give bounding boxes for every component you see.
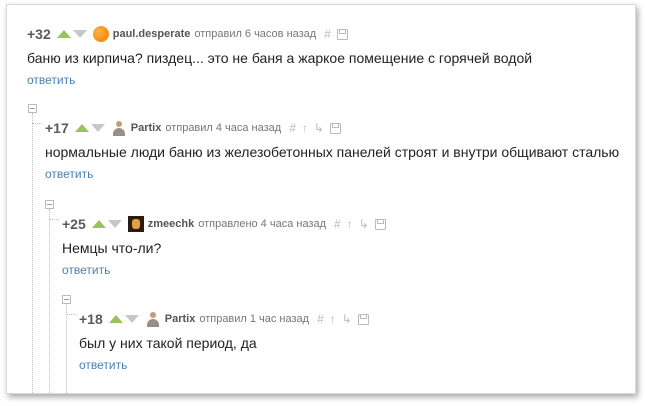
comment-time[interactable]: 1 час назад [250, 313, 309, 325]
comment: +17 Partix отправил 4 часа назад # ↑ ↳ н… [45, 119, 619, 183]
comment-action: отправил [165, 122, 213, 134]
comment-text: нормальные люди баню из железобетонных п… [45, 144, 620, 160]
comment-text: был у них такой период, да [79, 335, 257, 351]
comment-action: отправлено [198, 218, 258, 230]
collapse-toggle[interactable] [62, 295, 71, 304]
reply-link[interactable]: ответить [62, 263, 110, 277]
downvote-arrow-icon[interactable] [90, 124, 105, 132]
comments-panel: +32 paul.desperate отправил 6 часов наза… [6, 4, 636, 394]
save-icon[interactable] [329, 122, 341, 134]
comment-rating: +18 [79, 311, 103, 327]
collapse-toggle[interactable] [45, 200, 54, 209]
thread-line [32, 123, 42, 124]
avatar[interactable] [127, 216, 144, 232]
upvote-arrow-icon[interactable] [74, 124, 89, 132]
comment-time[interactable]: 4 часа назад [261, 218, 326, 230]
branch-icon[interactable]: ↳ [342, 313, 352, 325]
save-icon[interactable] [336, 28, 348, 40]
parent-arrow-icon[interactable]: ↑ [330, 313, 336, 325]
author-link[interactable]: zmeechk [148, 218, 194, 230]
comment-rating: +25 [62, 216, 86, 232]
author-link[interactable]: Partix [131, 122, 162, 134]
branch-icon[interactable]: ↳ [314, 122, 324, 134]
comment-rating: +17 [45, 120, 69, 136]
reply-link[interactable]: ответить [45, 167, 93, 181]
comment-rating: +32 [27, 26, 51, 42]
branch-icon[interactable]: ↳ [359, 218, 369, 230]
comment-header: +17 Partix отправил 4 часа назад # ↑ ↳ [45, 119, 619, 137]
comment: +25 zmeechk отправлено 4 часа назад # ↑ … [62, 215, 386, 279]
hash-icon[interactable]: # [289, 122, 296, 134]
comment-text: Немцы что-ли? [62, 240, 162, 256]
thread-line [66, 314, 76, 315]
thread-line [49, 219, 59, 220]
comment-header: +25 zmeechk отправлено 4 часа назад # ↑ … [62, 215, 386, 233]
reply-link[interactable]: ответить [79, 358, 127, 372]
comment-header: +32 paul.desperate отправил 6 часов наза… [27, 25, 532, 43]
avatar[interactable] [145, 311, 161, 327]
comment: +32 paul.desperate отправил 6 часов наза… [27, 25, 532, 89]
parent-arrow-icon[interactable]: ↑ [347, 218, 353, 230]
hash-icon[interactable]: # [334, 218, 341, 230]
comment-action: отправил [194, 28, 242, 40]
upvote-arrow-icon[interactable] [91, 220, 106, 228]
upvote-arrow-icon[interactable] [108, 315, 123, 323]
author-link[interactable]: paul.desperate [113, 28, 191, 40]
downvote-arrow-icon[interactable] [107, 220, 122, 228]
thread-line [32, 113, 33, 393]
hash-icon[interactable]: # [324, 28, 331, 40]
save-icon[interactable] [357, 313, 369, 325]
parent-arrow-icon[interactable]: ↑ [302, 122, 308, 134]
hash-icon[interactable]: # [317, 313, 324, 325]
comment-action: отправил [199, 313, 247, 325]
avatar[interactable] [111, 120, 127, 136]
comment-time[interactable]: 4 часа назад [216, 122, 281, 134]
thread-line [66, 304, 67, 393]
save-icon[interactable] [374, 218, 386, 230]
downvote-arrow-icon[interactable] [124, 315, 139, 323]
downvote-arrow-icon[interactable] [72, 30, 87, 38]
thread-line [49, 209, 50, 393]
comment: +18 Partix отправил 1 час назад # ↑ ↳ бы… [79, 310, 369, 374]
comment-text: баню из кирпича? пиздец... это не баня а… [27, 50, 533, 66]
upvote-arrow-icon[interactable] [56, 30, 71, 38]
reply-link[interactable]: ответить [27, 73, 75, 87]
comment-time[interactable]: 6 часов назад [245, 28, 316, 40]
avatar[interactable] [92, 26, 109, 42]
author-link[interactable]: Partix [165, 313, 196, 325]
collapse-toggle[interactable] [28, 104, 37, 113]
comment-header: +18 Partix отправил 1 час назад # ↑ ↳ [79, 310, 369, 328]
